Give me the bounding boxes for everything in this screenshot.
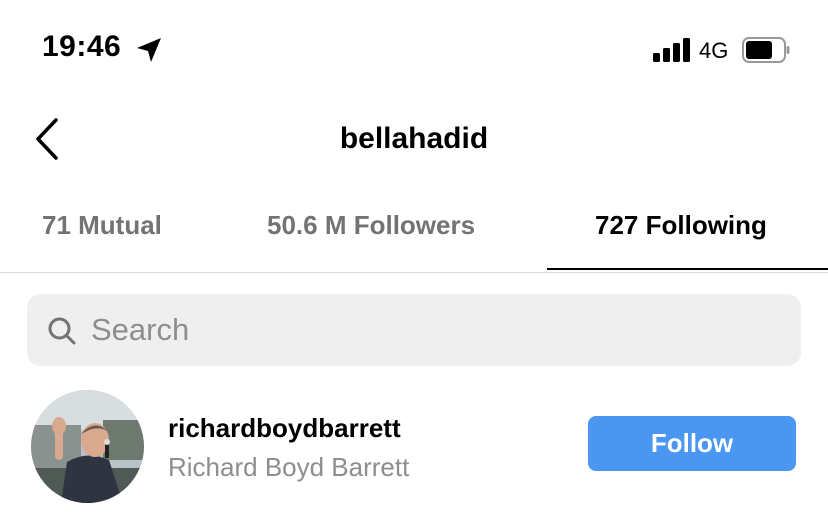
network-type: 4G (699, 38, 729, 63)
status-bar: 19:46 4G (0, 0, 828, 100)
search-icon (48, 317, 76, 345)
follow-button[interactable]: Follow (588, 416, 796, 471)
page-title: bellahadid (339, 122, 489, 155)
follow-tabs: 71 Mutual 50.6 M Followers 727 Following (0, 190, 828, 273)
list-item[interactable]: richardboydbarrett Richard Boyd Barrett … (0, 378, 828, 513)
active-tab-indicator (547, 268, 828, 270)
status-time: 19:46 (42, 30, 122, 63)
search-input[interactable] (91, 307, 781, 353)
search-bar[interactable] (27, 294, 801, 366)
tab-following[interactable]: 727 Following (595, 210, 767, 241)
battery-icon (742, 37, 790, 63)
location-arrow-icon (137, 38, 161, 62)
signal-icon (653, 38, 691, 62)
tab-mutual[interactable]: 71 Mutual (42, 210, 162, 241)
full-name: Richard Boyd Barrett (168, 452, 410, 482)
avatar[interactable] (31, 390, 144, 503)
username[interactable]: richardboydbarrett (168, 413, 401, 444)
tab-followers[interactable]: 50.6 M Followers (267, 210, 475, 241)
profile-header: bellahadid (0, 100, 828, 180)
